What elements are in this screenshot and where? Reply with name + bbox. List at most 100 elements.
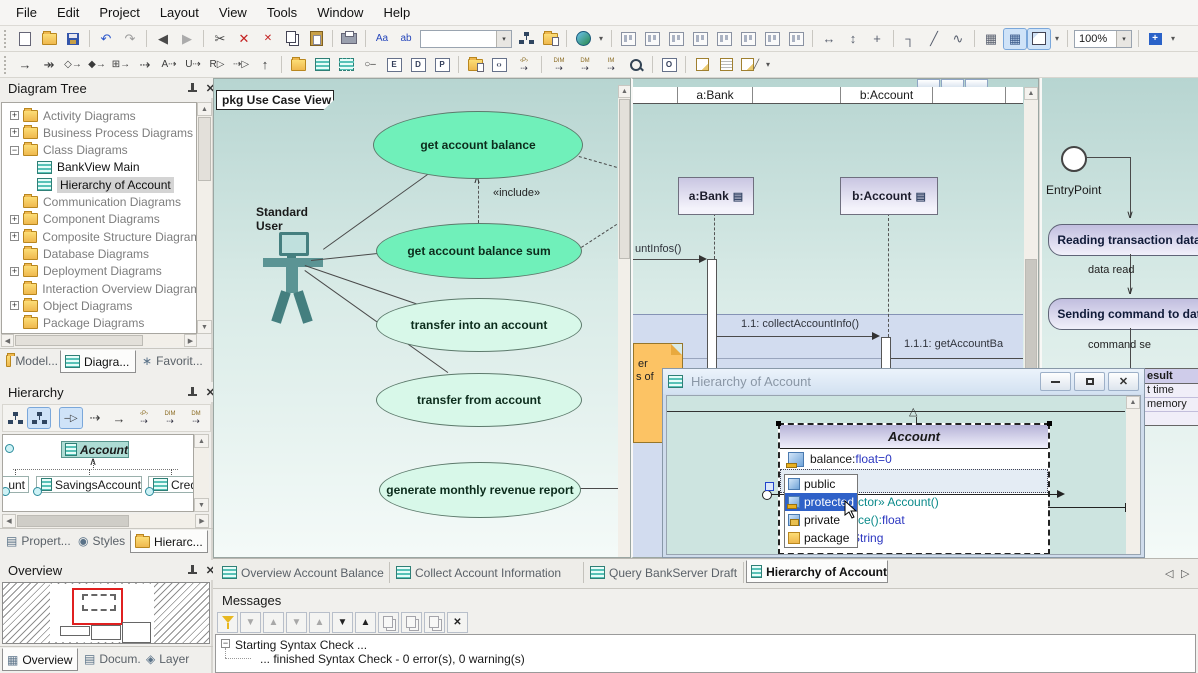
collapse-icon[interactable]: − bbox=[221, 639, 230, 648]
space-across-icon[interactable] bbox=[761, 29, 783, 49]
scroll-down-icon[interactable]: ▼ bbox=[194, 498, 209, 512]
overview-minimap[interactable] bbox=[2, 582, 210, 644]
tab-scroll-right-icon[interactable]: ▷ bbox=[1181, 567, 1189, 580]
tab-diagra[interactable]: Diagra... bbox=[60, 350, 136, 373]
document-tab-collect-account-information[interactable]: Collect Account Information bbox=[392, 562, 584, 583]
scroll-up-icon[interactable]: ▲ bbox=[1126, 396, 1140, 409]
pin-icon[interactable] bbox=[187, 83, 198, 94]
save-icon[interactable] bbox=[62, 29, 84, 49]
usage-a-icon[interactable]: A⇢ bbox=[158, 55, 180, 75]
scroll-left-icon[interactable]: ◀ bbox=[1, 334, 14, 347]
center-vertical-icon[interactable] bbox=[737, 29, 759, 49]
prev-warning-icon[interactable]: ▼ bbox=[240, 612, 261, 633]
snap-grid-icon[interactable]: ▦ bbox=[980, 29, 1002, 49]
scroll-down-icon[interactable]: ▼ bbox=[197, 320, 212, 334]
binding-im-icon[interactable]: IM⇢ bbox=[599, 55, 623, 75]
clear-messages-icon[interactable]: ✕ bbox=[447, 612, 468, 633]
usecase-generate-monthly-revenue-report[interactable]: generate monthly revenue report bbox=[379, 462, 581, 518]
same-width-icon[interactable]: ↔ bbox=[818, 29, 840, 49]
pin-icon[interactable] bbox=[187, 565, 198, 576]
interface-icon[interactable]: ○– bbox=[359, 55, 381, 75]
tree-item-object-diagrams[interactable]: +Object Diagrams bbox=[2, 297, 196, 314]
align-top-icon[interactable] bbox=[665, 29, 687, 49]
caret3[interactable]: ▾ bbox=[1168, 29, 1178, 49]
hierarchy-node-clipped-right[interactable]: Cred bbox=[148, 476, 194, 493]
forward-icon[interactable]: ▶ bbox=[176, 29, 198, 49]
copy-icon[interactable] bbox=[281, 29, 303, 49]
new-file-icon[interactable] bbox=[14, 29, 36, 49]
space-down-icon[interactable] bbox=[785, 29, 807, 49]
expander-icon[interactable]: + bbox=[10, 232, 19, 241]
straight-line-style-icon[interactable]: ╱ bbox=[923, 29, 945, 49]
scroll-thumb[interactable] bbox=[17, 515, 129, 527]
scroll-thumb[interactable] bbox=[198, 117, 211, 181]
graph-view-icon[interactable] bbox=[28, 408, 50, 428]
visibility-option-public[interactable]: public bbox=[785, 475, 857, 493]
dependency-arrow-icon[interactable]: ⇢ bbox=[84, 408, 106, 428]
paste-icon[interactable] bbox=[305, 29, 327, 49]
initial-node[interactable] bbox=[1061, 146, 1087, 172]
association-icon[interactable]: → bbox=[14, 55, 36, 75]
stereotype-icon[interactable]: ‹› bbox=[488, 55, 510, 75]
menu-window[interactable]: Window bbox=[307, 1, 373, 24]
lifeline-b-account[interactable]: b:Account▤ bbox=[840, 177, 938, 215]
tree-item-class-diagrams[interactable]: −Class Diagrams bbox=[2, 142, 196, 159]
action-reading-transaction-data[interactable]: Reading transaction data bbox=[1048, 224, 1198, 256]
usecase-vscrollbar[interactable]: ▲ bbox=[618, 85, 631, 558]
filter-messages-icon[interactable] bbox=[217, 612, 238, 633]
document-tab-hierarchy-of-account[interactable]: Hierarchy of Account bbox=[746, 560, 888, 583]
align-left-icon[interactable] bbox=[617, 29, 639, 49]
zoom-combo[interactable]: 100%▾ bbox=[1074, 30, 1132, 48]
zoom-in-icon[interactable] bbox=[625, 55, 647, 75]
object-icon[interactable]: O bbox=[658, 55, 680, 75]
curved-line-style-icon[interactable]: ∿ bbox=[947, 29, 969, 49]
tree-item-deployment-diagrams[interactable]: +Deployment Diagrams bbox=[2, 263, 196, 280]
diagram-tree-vscrollbar[interactable]: ▲ ▼ bbox=[197, 102, 212, 334]
tree-item-hierarchy-of-account[interactable]: Hierarchy of Account bbox=[2, 176, 196, 193]
same-height-icon[interactable]: ↕ bbox=[842, 29, 864, 49]
usecase-get-account-balance-sum[interactable]: get account balance sum bbox=[376, 223, 582, 279]
scroll-thumb[interactable] bbox=[619, 99, 630, 259]
generalization-arrow-icon[interactable]: –▷ bbox=[60, 408, 82, 428]
page-layout-icon[interactable] bbox=[1028, 29, 1050, 49]
document-tab-overview-account-balance[interactable]: Overview Account Balance bbox=[218, 562, 390, 583]
tree-item-component-diagrams[interactable]: +Component Diagrams bbox=[2, 211, 196, 228]
lifeline-a-bank[interactable]: a:Bank▤ bbox=[678, 177, 754, 215]
composition-icon[interactable]: ◆→ bbox=[86, 55, 108, 75]
minimap-viewport[interactable] bbox=[72, 588, 123, 625]
hierarchy-vscrollbar[interactable]: ▲ ▼ bbox=[194, 434, 209, 512]
minimize-icon[interactable] bbox=[1040, 372, 1071, 391]
document-tab-query-bankserver-draft[interactable]: Query BankServer Draft bbox=[586, 562, 744, 583]
tree-item-bankview-main[interactable]: BankView Main bbox=[2, 159, 196, 176]
profile-application-icon[interactable]: ‹P›⇢ bbox=[512, 55, 536, 75]
scroll-up-icon[interactable]: ▲ bbox=[194, 434, 209, 448]
hierarchy-node-savingsaccount[interactable]: SavingsAccount bbox=[36, 476, 142, 493]
funnel-icon[interactable] bbox=[217, 613, 239, 633]
floating-window-canvas[interactable]: △ Account balance:float=0 ctor» Account(… bbox=[666, 395, 1141, 555]
align-right-icon[interactable] bbox=[641, 29, 663, 49]
attribute-row-balance[interactable]: balance:float=0 bbox=[780, 449, 1048, 469]
copy-line-icon[interactable] bbox=[378, 612, 399, 633]
enumeration-icon[interactable]: E bbox=[383, 55, 405, 75]
tab-docum[interactable]: ▤Docum... bbox=[80, 648, 140, 669]
tab-favorit[interactable]: ∗Favorit... bbox=[138, 350, 208, 371]
template-class-icon[interactable] bbox=[335, 55, 357, 75]
tab-overview[interactable]: ▦Overview bbox=[2, 648, 78, 671]
note-text-icon[interactable] bbox=[715, 55, 737, 75]
find-icon[interactable]: Aa bbox=[371, 29, 393, 49]
tree-item-business-process-diagrams[interactable]: +Business Process Diagrams bbox=[2, 124, 196, 141]
cut-icon[interactable]: ✂ bbox=[209, 29, 231, 49]
menu-edit[interactable]: Edit bbox=[47, 1, 89, 24]
usecase-diagram-window[interactable]: pkg Use Case View Standard User ∧ «inclu… bbox=[213, 78, 631, 558]
action-sending-command[interactable]: Sending command to dat bbox=[1048, 298, 1198, 330]
copy-all-icon[interactable] bbox=[424, 612, 445, 633]
copy-subtree-icon[interactable] bbox=[401, 612, 422, 633]
expander-icon[interactable]: − bbox=[10, 146, 19, 155]
next-message-icon[interactable]: ▲ bbox=[355, 612, 376, 633]
find-next-icon[interactable]: ab bbox=[395, 29, 417, 49]
diagram-tree-hscrollbar[interactable]: ◀ ▶ bbox=[1, 334, 197, 347]
prev-error-icon[interactable]: ▼ bbox=[286, 612, 307, 633]
usecase-transfer-into-account[interactable]: transfer into an account bbox=[376, 298, 582, 352]
scroll-up-icon[interactable]: ▲ bbox=[1024, 87, 1038, 100]
expander-icon[interactable]: + bbox=[10, 215, 19, 224]
